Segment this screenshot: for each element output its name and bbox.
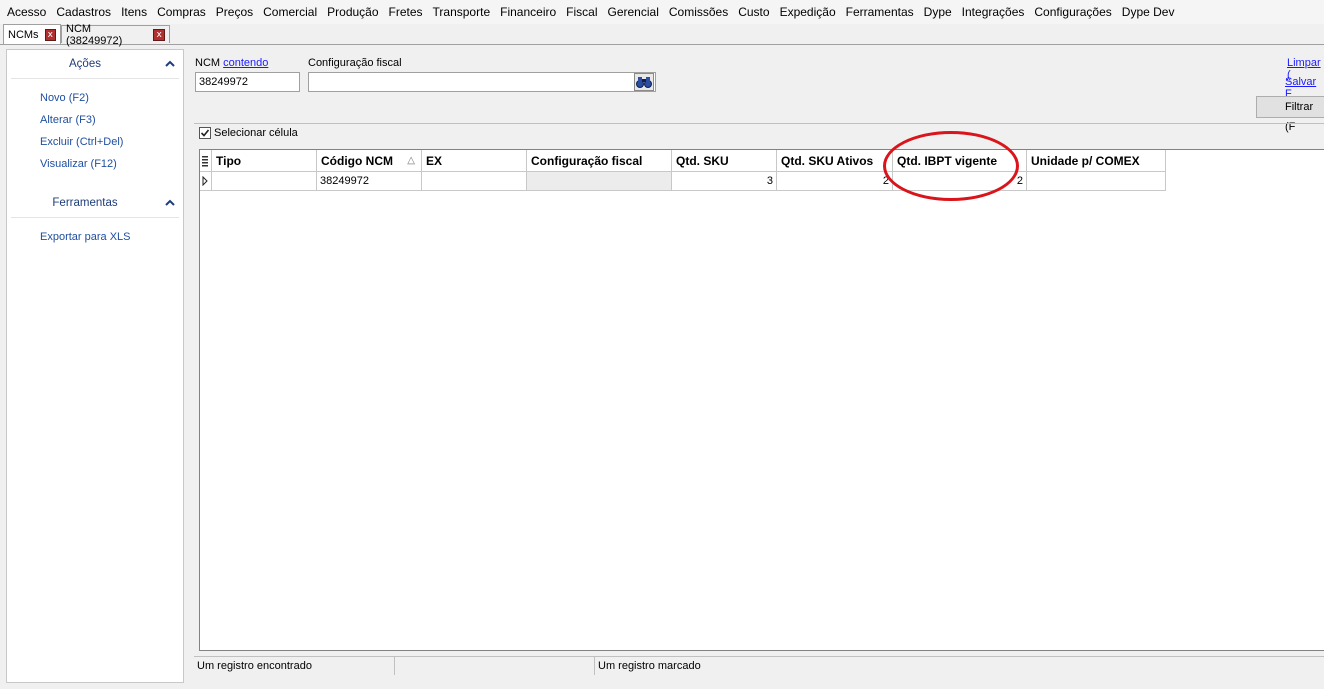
- column-chooser-icon: [202, 156, 208, 167]
- sidebar-item-excluir[interactable]: Excluir (Ctrl+Del): [7, 131, 183, 153]
- tab-ncms[interactable]: NCMs x: [3, 24, 61, 44]
- status-records-marked: Um registro marcado: [598, 660, 701, 672]
- column-header-label: Código NCM: [321, 154, 393, 168]
- select-cell-checkbox-group[interactable]: Selecionar célula: [199, 127, 298, 139]
- filter-button[interactable]: Filtrar (F: [1256, 96, 1324, 133]
- menu-comercial[interactable]: Comercial: [258, 0, 322, 24]
- actions-section-header[interactable]: Ações: [11, 50, 179, 79]
- sidebar-item-visualizar[interactable]: Visualizar (F12): [7, 153, 183, 175]
- select-cell-label: Selecionar célula: [214, 127, 298, 139]
- table-cell-config-fiscal[interactable]: [527, 172, 672, 191]
- table-cell-unidade-comex[interactable]: [1027, 172, 1166, 191]
- tools-title: Ferramentas: [52, 197, 118, 209]
- ncm-input[interactable]: [195, 72, 300, 92]
- column-header-ex[interactable]: EX: [422, 150, 527, 172]
- menu-configuracoes[interactable]: Configurações: [1029, 0, 1116, 24]
- menu-comissoes[interactable]: Comissões: [664, 0, 733, 24]
- tab-label: NCMs: [8, 28, 39, 41]
- search-lookup-button[interactable]: [634, 73, 654, 91]
- menu-dype-dev[interactable]: Dype Dev: [1117, 0, 1180, 24]
- chevron-up-icon[interactable]: [165, 59, 175, 69]
- sidebar-item-novo[interactable]: Novo (F2): [7, 87, 183, 109]
- ncm-label-group: NCM contendo: [195, 57, 268, 69]
- checkmark-icon: [200, 129, 210, 137]
- close-icon[interactable]: x: [153, 28, 165, 41]
- actions-title: Ações: [69, 58, 101, 70]
- column-chooser-button[interactable]: [200, 150, 212, 172]
- tab-label: NCM (38249972): [66, 22, 123, 47]
- table-cell-qtd-sku-ativos[interactable]: 2: [777, 172, 893, 191]
- chevron-up-icon[interactable]: [165, 198, 175, 208]
- sort-ascending-icon: △: [407, 155, 415, 166]
- menu-custo[interactable]: Custo: [733, 0, 774, 24]
- table-cell-qtd-sku[interactable]: 3: [672, 172, 777, 191]
- menu-gerencial[interactable]: Gerencial: [603, 0, 664, 24]
- status-middle: [395, 657, 595, 675]
- sidebar-item-exportar-xls[interactable]: Exportar para XLS: [7, 226, 183, 248]
- menu-dype[interactable]: Dype: [919, 0, 957, 24]
- table-cell-tipo[interactable]: [212, 172, 317, 191]
- menu-compras[interactable]: Compras: [152, 0, 211, 24]
- menu-fretes[interactable]: Fretes: [384, 0, 428, 24]
- menu-acesso[interactable]: Acesso: [2, 0, 51, 24]
- sidebar: Ações Novo (F2) Alterar (F3) Excluir (Ct…: [6, 49, 184, 683]
- column-header-unidade-comex[interactable]: Unidade p/ COMEX: [1027, 150, 1166, 172]
- divider: [194, 123, 1324, 124]
- table-cell-qtd-ibpt-vigente[interactable]: 2: [893, 172, 1027, 191]
- menu-expedicao[interactable]: Expedição: [775, 0, 841, 24]
- column-header-qtd-sku[interactable]: Qtd. SKU: [672, 150, 777, 172]
- menu-itens[interactable]: Itens: [116, 0, 152, 24]
- menu-financeiro[interactable]: Financeiro: [495, 0, 561, 24]
- tab-ncm-38249972[interactable]: NCM (38249972) x: [61, 23, 170, 47]
- menu-precos[interactable]: Preços: [211, 0, 258, 24]
- column-header-config-fiscal[interactable]: Configuração fiscal: [527, 150, 672, 172]
- column-header-codigo-ncm[interactable]: Código NCM △: [317, 150, 422, 172]
- sidebar-item-alterar[interactable]: Alterar (F3): [7, 109, 183, 131]
- menu-bar: Acesso Cadastros Itens Compras Preços Co…: [0, 0, 1324, 24]
- status-records-found: Um registro encontrado: [194, 657, 395, 675]
- menu-ferramentas[interactable]: Ferramentas: [841, 0, 919, 24]
- menu-integracoes[interactable]: Integrações: [957, 0, 1030, 24]
- select-cell-checkbox[interactable]: [199, 127, 211, 139]
- row-indicator[interactable]: [200, 172, 212, 191]
- table-cell-ex[interactable]: [422, 172, 527, 191]
- table-cell-codigo-ncm[interactable]: 38249972: [317, 172, 422, 191]
- status-bar: Um registro encontrado Um registro marca…: [194, 656, 1324, 675]
- current-row-arrow-icon: [202, 175, 208, 187]
- config-fiscal-label: Configuração fiscal: [308, 57, 402, 69]
- column-header-qtd-sku-ativos[interactable]: Qtd. SKU Ativos: [777, 150, 893, 172]
- config-fiscal-input[interactable]: [308, 72, 656, 92]
- menu-cadastros[interactable]: Cadastros: [51, 0, 116, 24]
- close-icon[interactable]: x: [44, 28, 56, 41]
- data-grid: Tipo Código NCM △ EX Configuração fiscal…: [199, 149, 1324, 651]
- ncm-label: NCM: [195, 57, 221, 69]
- tab-strip: NCMs x NCM (38249972) x: [0, 23, 1324, 47]
- column-header-tipo[interactable]: Tipo: [212, 150, 317, 172]
- ncm-mode-link[interactable]: contendo: [223, 57, 268, 69]
- tools-section-header[interactable]: Ferramentas: [11, 189, 179, 218]
- menu-producao[interactable]: Produção: [322, 0, 383, 24]
- binoculars-icon: [636, 77, 652, 88]
- menu-fiscal[interactable]: Fiscal: [561, 0, 602, 24]
- column-header-qtd-ibpt-vigente[interactable]: Qtd. IBPT vigente: [893, 150, 1027, 172]
- menu-transporte[interactable]: Transporte: [428, 0, 496, 24]
